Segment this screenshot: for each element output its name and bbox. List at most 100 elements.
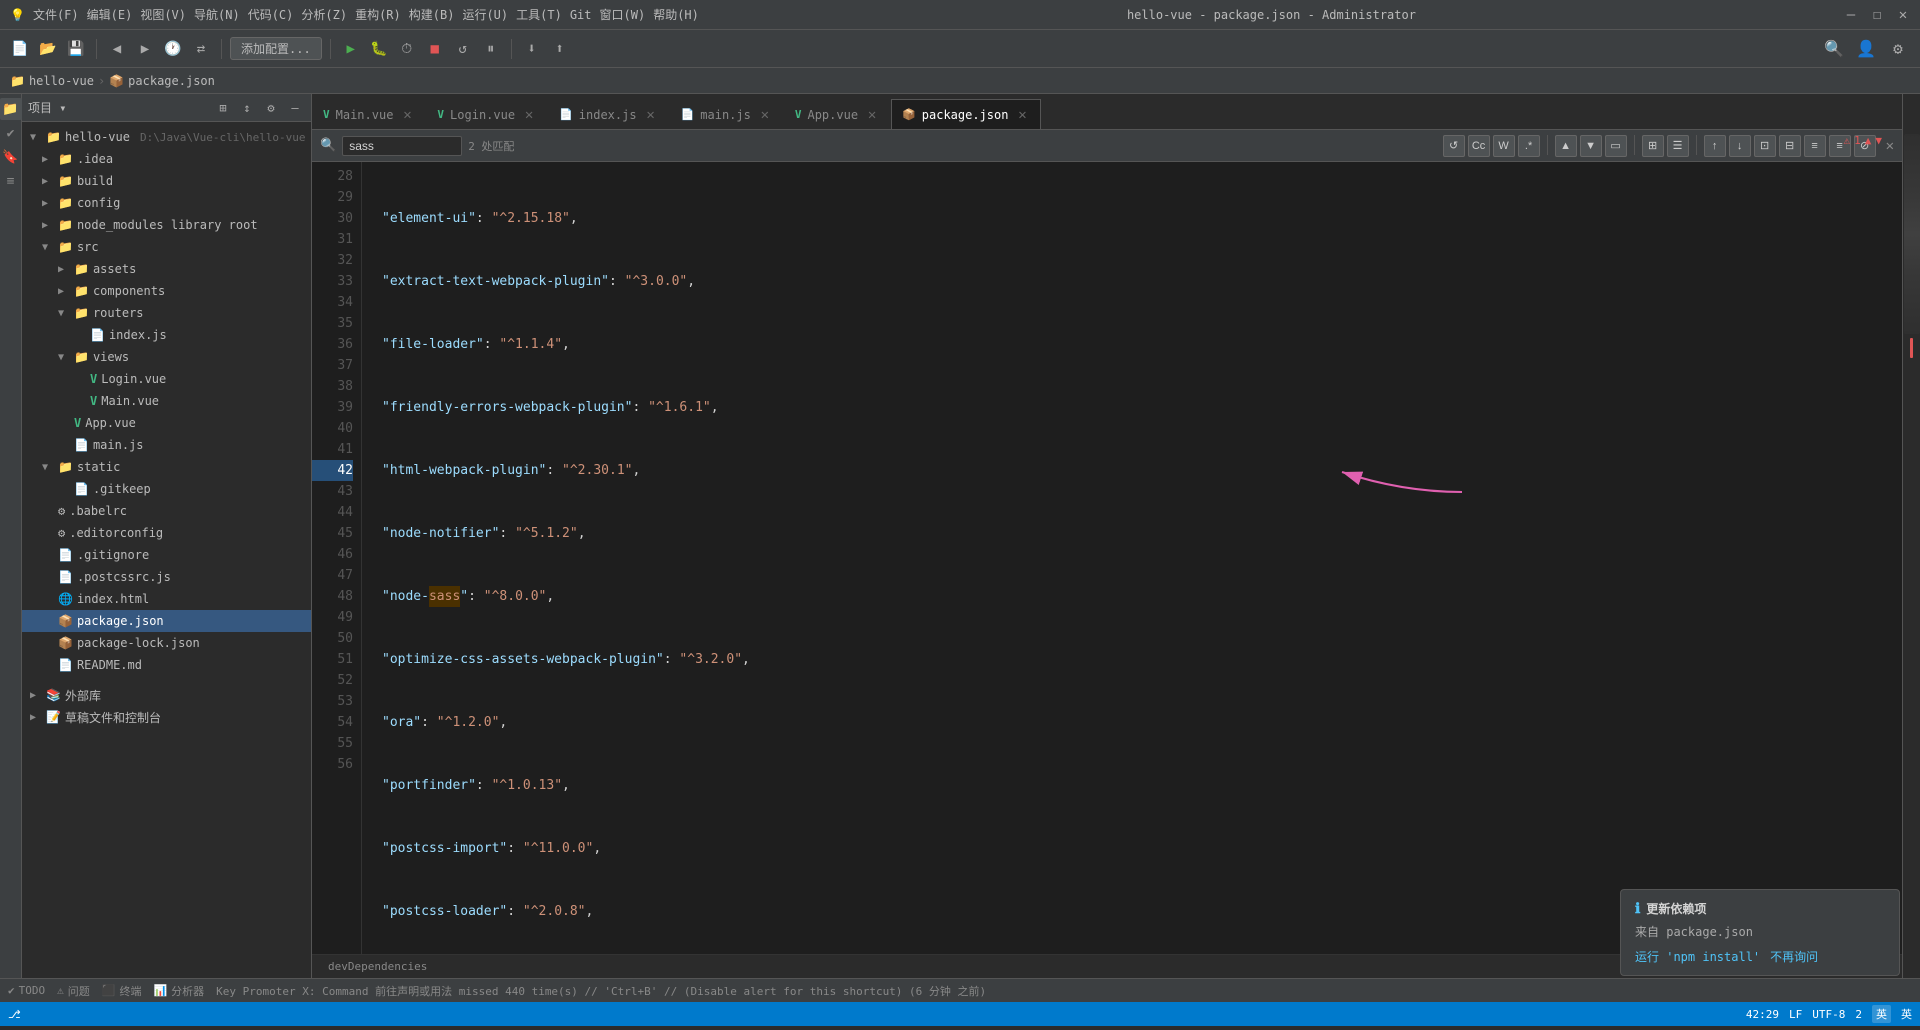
pin-button[interactable]: ⊟ <box>1779 135 1801 157</box>
sidebar-filter-button[interactable]: ⚙ <box>261 98 281 118</box>
tree-item-libs[interactable]: ▶ 📚 外部库 <box>22 684 311 706</box>
menu-code[interactable]: 代码(C) <box>248 6 294 23</box>
expand-button[interactable]: ⊡ <box>1754 135 1776 157</box>
tree-item-static[interactable]: ▼ 📁 static <box>22 456 311 478</box>
menu-git[interactable]: Git <box>570 8 592 22</box>
menu-edit[interactable]: 编辑(E) <box>87 6 133 23</box>
tree-item-root[interactable]: ▼ 📁 hello-vue D:\Java\Vue-cli\hello-vue <box>22 126 311 148</box>
git-push-button[interactable]: ⬆ <box>548 37 572 61</box>
tree-item-views[interactable]: ▼ 📁 views <box>22 346 311 368</box>
save-button[interactable]: 💾 <box>64 37 88 61</box>
tree-item-index-html[interactable]: ▶ 🌐 index.html <box>22 588 311 610</box>
tab-main-js[interactable]: 📄 main.js ✕ <box>670 99 784 129</box>
breadcrumb-file[interactable]: package.json <box>128 74 215 88</box>
search-close-button[interactable]: ✕ <box>1886 138 1894 154</box>
debug-button[interactable]: 🐛 <box>367 37 391 61</box>
next-match-button[interactable]: ▼ <box>1580 135 1602 157</box>
tree-item-main-js[interactable]: ▶ 📄 main.js <box>22 434 311 456</box>
tree-item-routers[interactable]: ▼ 📁 routers <box>22 302 311 324</box>
run-button[interactable]: ▶ <box>339 37 363 61</box>
package-json-tab-close[interactable]: ✕ <box>1014 107 1030 123</box>
menu-tools[interactable]: 工具(T) <box>516 6 562 23</box>
regex-button[interactable]: .* <box>1518 135 1540 157</box>
stop-button[interactable]: ■ <box>423 37 447 61</box>
tree-item-components[interactable]: ▶ 📁 components <box>22 280 311 302</box>
structure-panel-button[interactable]: ≡ <box>0 170 22 192</box>
index-js-tab-close[interactable]: ✕ <box>643 107 659 123</box>
error-nav-down[interactable]: ▼ <box>1875 134 1882 147</box>
menu-build[interactable]: 构建(B) <box>409 6 455 23</box>
add-config-button[interactable]: 添加配置... <box>230 37 322 60</box>
tree-item-gitkeep[interactable]: ▶ 📄 .gitkeep <box>22 478 311 500</box>
tab-package-json[interactable]: 📦 package.json ✕ <box>891 99 1041 129</box>
match-case-button[interactable]: Cc <box>1468 135 1490 157</box>
menu-window[interactable]: 窗口(W) <box>600 6 646 23</box>
git-update-button[interactable]: ⬇ <box>520 37 544 61</box>
tree-item-assets[interactable]: ▶ 📁 assets <box>22 258 311 280</box>
sidebar-collapse-button[interactable]: — <box>285 98 305 118</box>
tree-item-config[interactable]: ▶ 📁 config <box>22 192 311 214</box>
window-controls[interactable]: — ☐ ✕ <box>1844 8 1910 22</box>
problems-button[interactable]: ⚠ 问题 <box>57 983 90 999</box>
menu-view[interactable]: 视图(V) <box>140 6 186 23</box>
recent-button[interactable]: 🕐 <box>161 37 185 61</box>
lines-button[interactable]: ≡ <box>1804 135 1826 157</box>
search-replace-button[interactable]: ↺ <box>1443 135 1465 157</box>
open-button[interactable]: 📂 <box>36 37 60 61</box>
project-panel-button[interactable]: 📁 <box>0 98 22 120</box>
prev-match-button[interactable]: ▲ <box>1555 135 1577 157</box>
tree-item-scratches[interactable]: ▶ 📝 草稿文件和控制台 <box>22 706 311 728</box>
tree-item-package-json[interactable]: ▶ 📦 package.json <box>22 610 311 632</box>
dismiss-button[interactable]: 不再询问 <box>1770 948 1818 965</box>
tree-item-editorconfig[interactable]: ▶ ⚙ .editorconfig <box>22 522 311 544</box>
menu-navigate[interactable]: 导航(N) <box>194 6 240 23</box>
forward-button[interactable]: ▶ <box>133 37 157 61</box>
minimize-button[interactable]: — <box>1844 8 1858 22</box>
bookmark-panel-button[interactable]: 🔖 <box>0 146 22 168</box>
breadcrumb-project[interactable]: hello-vue <box>29 74 94 88</box>
scroll-down-button[interactable]: ↓ <box>1729 135 1751 157</box>
tree-item-node-modules[interactable]: ▶ 📁 node_modules library root <box>22 214 311 236</box>
tree-item-idea[interactable]: ▶ 📁 .idea <box>22 148 311 170</box>
tree-item-babelrc[interactable]: ▶ ⚙ .babelrc <box>22 500 311 522</box>
tree-item-package-lock-json[interactable]: ▶ 📦 package-lock.json <box>22 632 311 654</box>
close-button[interactable]: ✕ <box>1896 8 1910 22</box>
search-input[interactable] <box>342 136 462 156</box>
main-js-tab-close[interactable]: ✕ <box>757 107 773 123</box>
tree-item-main-vue[interactable]: ▶ V Main.vue <box>22 390 311 412</box>
todo-button[interactable]: ✔ TODO <box>8 984 45 997</box>
search-global-button[interactable]: 🔍 <box>1820 35 1848 63</box>
tab-main-vue[interactable]: V Main.vue ✕ <box>312 99 426 129</box>
user-button[interactable]: 👤 <box>1852 35 1880 63</box>
reload-button[interactable]: ↺ <box>451 37 475 61</box>
login-vue-tab-close[interactable]: ✕ <box>521 107 537 123</box>
error-nav-up[interactable]: ▲ <box>1865 134 1872 147</box>
tree-item-gitignore[interactable]: ▶ 📄 .gitignore <box>22 544 311 566</box>
terminal-button[interactable]: ⬛ 终端 <box>102 983 142 999</box>
back-button[interactable]: ◀ <box>105 37 129 61</box>
app-vue-tab-close[interactable]: ✕ <box>864 107 880 123</box>
menu-file[interactable]: 文件(F) <box>33 6 79 23</box>
in-selection-button[interactable]: ▭ <box>1605 135 1627 157</box>
menu-run[interactable]: 运行(U) <box>462 6 508 23</box>
sidebar-sort-button[interactable]: ↕ <box>237 98 257 118</box>
profile-button[interactable]: ⏱ <box>395 37 419 61</box>
tree-item-router-index[interactable]: ▶ 📄 index.js <box>22 324 311 346</box>
scroll-up-button[interactable]: ↑ <box>1704 135 1726 157</box>
tree-item-login-vue[interactable]: ▶ V Login.vue <box>22 368 311 390</box>
filter-button[interactable]: ⊞ <box>1642 135 1664 157</box>
analysis-button[interactable]: 📊 分析器 <box>153 983 204 999</box>
extra-button[interactable]: ☰ <box>1667 135 1689 157</box>
commit-panel-button[interactable]: ✔ <box>0 122 22 144</box>
pause-button[interactable]: ⏸ <box>479 37 503 61</box>
menu-refactor[interactable]: 重构(R) <box>355 6 401 23</box>
settings-button[interactable]: ⚙ <box>1884 35 1912 63</box>
maximize-button[interactable]: ☐ <box>1870 8 1884 22</box>
menu-help[interactable]: 帮助(H) <box>653 6 699 23</box>
tree-item-build[interactable]: ▶ 📁 build <box>22 170 311 192</box>
tab-login-vue[interactable]: V Login.vue ✕ <box>426 99 548 129</box>
tab-app-vue[interactable]: V App.vue ✕ <box>784 99 891 129</box>
tab-index-js[interactable]: 📄 index.js ✕ <box>548 99 670 129</box>
tree-item-readme[interactable]: ▶ 📄 README.md <box>22 654 311 676</box>
tree-item-postcssrc[interactable]: ▶ 📄 .postcssrc.js <box>22 566 311 588</box>
